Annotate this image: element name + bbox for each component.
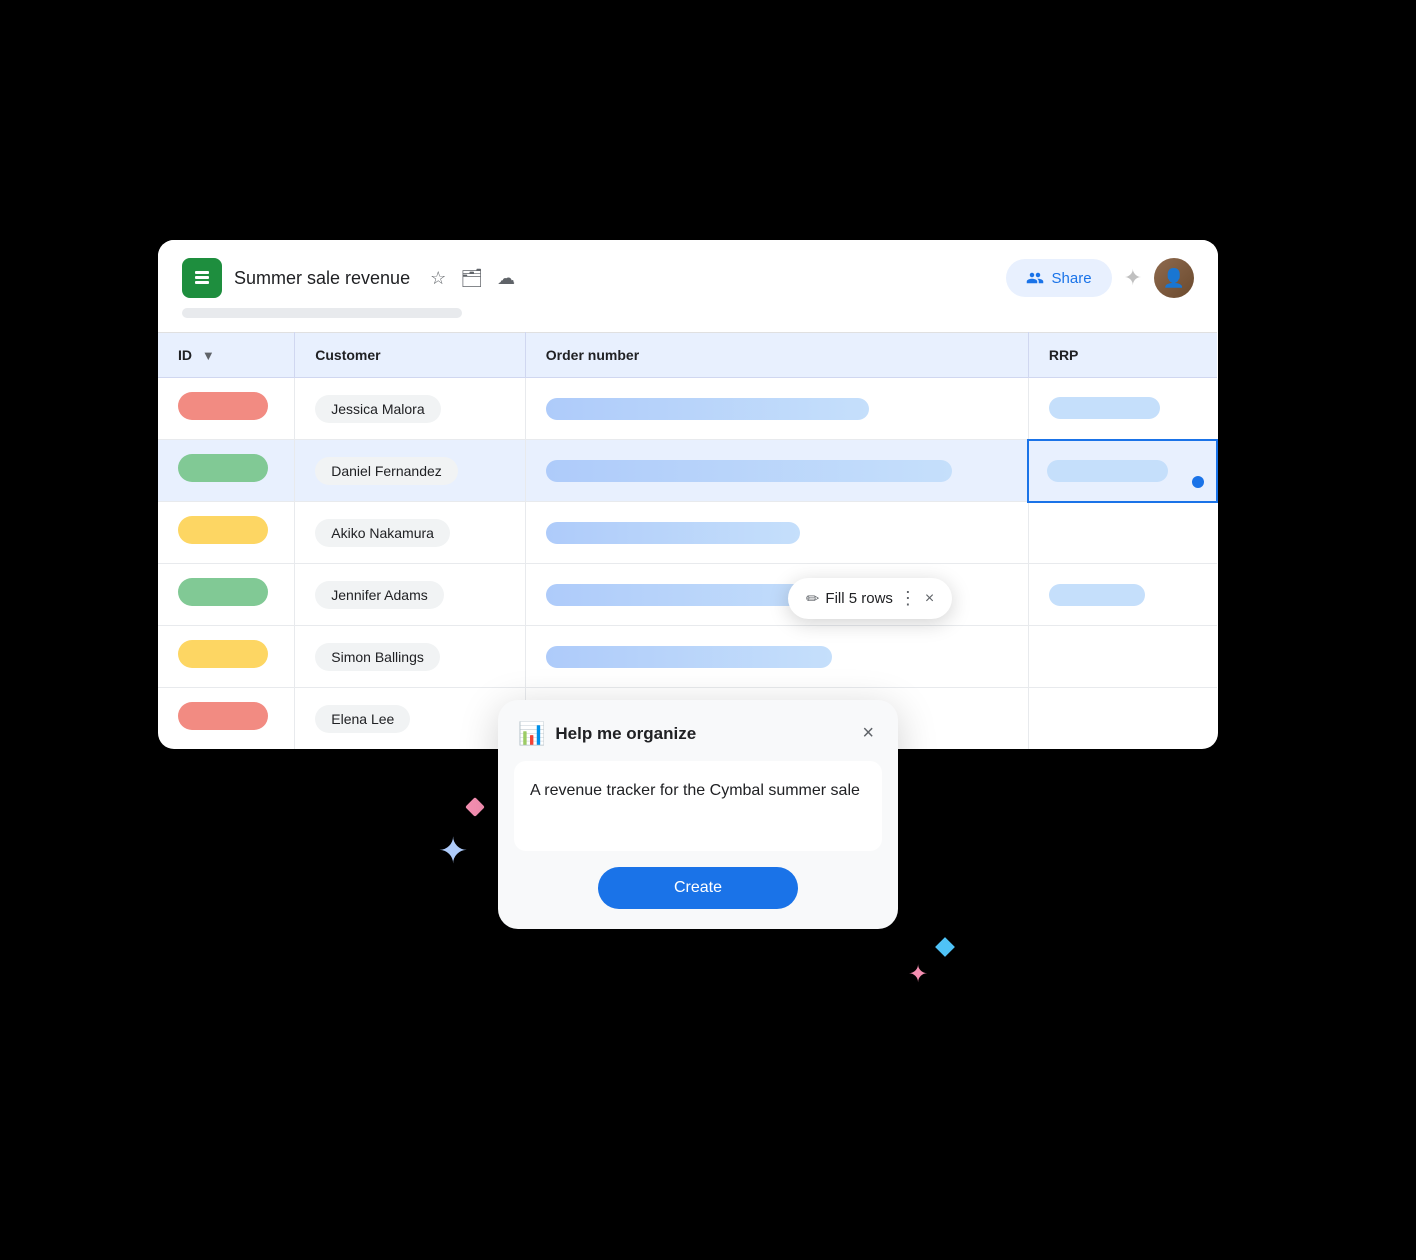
sparkle-right-icon: ✦ (908, 960, 928, 989)
sparkle-diamond-right-icon (935, 937, 955, 957)
filter-icon[interactable]: ▼ (202, 348, 215, 363)
spreadsheet-card: Summer sale revenue ☆ 🗂 ☁ Share ✦ 👤 (158, 240, 1218, 749)
col-header-order: Order number (525, 333, 1028, 378)
table-row (158, 378, 295, 440)
sparkle-pink-icon (465, 797, 485, 817)
header-icons: ☆ 🗂 ☁ (430, 268, 515, 289)
formula-bar (182, 308, 462, 318)
table-row (158, 440, 295, 502)
customer-cell: Jennifer Adams (295, 564, 526, 626)
cloud-icon[interactable]: ☁ (497, 268, 515, 289)
order-cell (525, 564, 1028, 626)
sparkle-blue-large-icon: ✦ (438, 830, 468, 872)
hmo-footer: Create (498, 867, 898, 929)
hmo-body-text: A revenue tracker for the Cymbal summer … (530, 782, 860, 799)
customer-cell: Elena Lee (295, 688, 526, 750)
order-cell (525, 502, 1028, 564)
table-row (158, 564, 295, 626)
hmo-text-content[interactable]: A revenue tracker for the Cymbal summer … (514, 761, 882, 851)
col-header-customer: Customer (295, 333, 526, 378)
customer-name: Simon Ballings (315, 643, 440, 671)
customer-cell: Akiko Nakamura (295, 502, 526, 564)
fill-handle-dot[interactable] (1192, 476, 1204, 488)
rrp-selected-wrapper (1047, 460, 1198, 482)
table-row (158, 502, 295, 564)
user-avatar[interactable]: 👤 (1154, 258, 1194, 298)
share-label: Share (1052, 270, 1092, 287)
hmo-title: Help me organize (555, 724, 696, 744)
customer-name: Daniel Fernandez (315, 457, 458, 485)
customer-name: Jennifer Adams (315, 581, 444, 609)
help-me-organize-dialog: 📊 Help me organize × A revenue tracker f… (498, 700, 898, 929)
hmo-title-row: 📊 Help me organize (518, 721, 696, 747)
table-row (158, 626, 295, 688)
customer-cell: Jessica Malora (295, 378, 526, 440)
create-button[interactable]: Create (598, 867, 798, 909)
spreadsheet-table: ID ▼ Customer Order number RRP Jessica M… (158, 332, 1218, 749)
rrp-cell (1028, 440, 1217, 502)
order-cell (525, 626, 1028, 688)
ai-sparkle-icon[interactable]: ✦ (1124, 265, 1142, 291)
rrp-cell (1028, 378, 1217, 440)
fill-close-icon[interactable]: × (925, 590, 934, 608)
customer-name: Jessica Malora (315, 395, 440, 423)
order-cell (525, 378, 1028, 440)
sheet-header: Summer sale revenue ☆ 🗂 ☁ Share ✦ 👤 (158, 240, 1218, 308)
order-cell (525, 440, 1028, 502)
share-button[interactable]: Share (1006, 259, 1112, 297)
fill-rows-tooltip: ✏ Fill 5 rows ⋮ × (788, 578, 952, 619)
customer-name: Akiko Nakamura (315, 519, 450, 547)
rrp-cell (1028, 564, 1217, 626)
col-header-rrp: RRP (1028, 333, 1217, 378)
col-header-id: ID ▼ (158, 333, 295, 378)
customer-name: Elena Lee (315, 705, 410, 733)
sheet-title: Summer sale revenue (234, 268, 410, 289)
hmo-organize-icon: 📊 (518, 721, 545, 747)
fill-pencil-icon: ✏ (806, 589, 819, 609)
rrp-cell (1028, 688, 1217, 750)
fill-rows-label[interactable]: Fill 5 rows (825, 590, 893, 607)
hmo-close-button[interactable]: × (858, 718, 878, 749)
table-row (158, 688, 295, 750)
customer-cell: Simon Ballings (295, 626, 526, 688)
sheets-icon (182, 258, 222, 298)
hmo-header: 📊 Help me organize × (498, 700, 898, 761)
fill-more-icon[interactable]: ⋮ (899, 588, 917, 609)
folder-icon[interactable]: 🗂 (460, 268, 483, 289)
rrp-cell (1028, 626, 1217, 688)
star-icon[interactable]: ☆ (430, 268, 446, 289)
customer-cell: Daniel Fernandez (295, 440, 526, 502)
rrp-cell (1028, 502, 1217, 564)
